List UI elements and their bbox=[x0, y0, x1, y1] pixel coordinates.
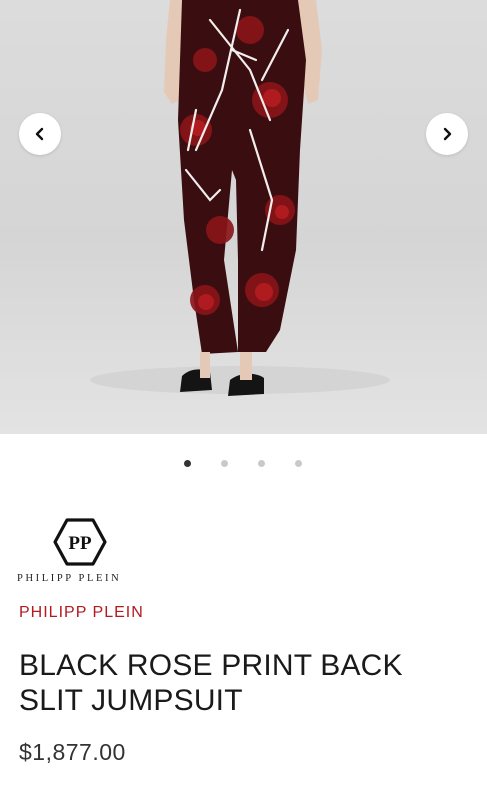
product-photo bbox=[90, 0, 390, 396]
product-title: BLACK ROSE PRINT BACK SLIT JUMPSUIT bbox=[19, 649, 403, 717]
carousel-dot-3[interactable] bbox=[258, 460, 265, 467]
carousel-dot-4[interactable] bbox=[295, 460, 302, 467]
next-image-button[interactable] bbox=[426, 113, 468, 155]
product-brand-link[interactable]: PHILIPP PLEIN bbox=[19, 604, 144, 622]
product-page: PP PHILIPP PLEIN PHILIPP PLEIN BLACK ROS… bbox=[0, 0, 487, 800]
carousel-pagination bbox=[0, 460, 487, 468]
chevron-left-icon bbox=[35, 127, 44, 141]
carousel-dot-2[interactable] bbox=[221, 460, 228, 467]
product-price: $1,877.00 bbox=[19, 739, 126, 765]
previous-image-button[interactable] bbox=[19, 113, 61, 155]
brand-logo-icon: PP bbox=[53, 518, 107, 566]
carousel-dot-1[interactable] bbox=[184, 460, 191, 467]
chevron-right-icon bbox=[443, 127, 452, 141]
logo-wordmark: PHILIPP PLEIN bbox=[17, 573, 122, 584]
product-image-carousel[interactable] bbox=[0, 0, 487, 434]
logo-monogram: PP bbox=[68, 533, 92, 554]
